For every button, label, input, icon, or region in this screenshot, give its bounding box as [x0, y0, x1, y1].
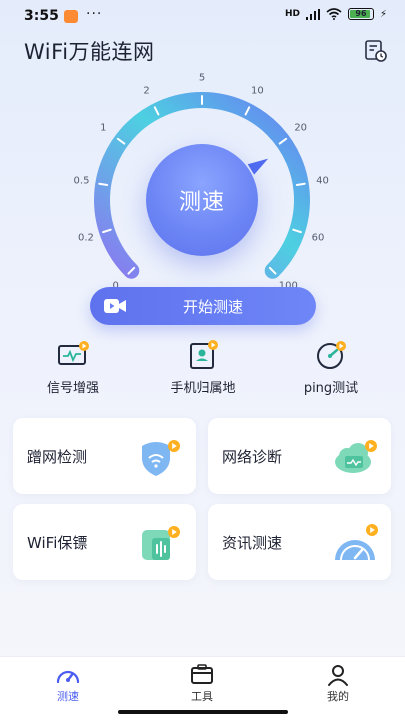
speed-test-center-button[interactable]: 测速: [146, 144, 258, 256]
home-indicator[interactable]: [118, 710, 288, 714]
gauge-tick-label: 10: [251, 85, 264, 97]
start-speed-test-button[interactable]: 开始测速: [90, 287, 316, 325]
quick-tool-ping-test[interactable]: ping测试: [276, 338, 386, 396]
speedometer-icon: [335, 524, 378, 561]
quick-tool-signal-boost[interactable]: 信号增强: [18, 338, 128, 396]
card-news-speed-test[interactable]: 资讯测速: [208, 504, 391, 580]
status-bar: 3:55 ··· HD 96 ⚡: [0, 0, 405, 32]
ping-gauge-icon: [317, 341, 346, 369]
gauge-tick-label: 20: [294, 122, 308, 134]
cellular-signal-icon: [305, 8, 320, 20]
app-title: WiFi万能连网: [24, 40, 155, 64]
gauge-tick-label: 2: [143, 85, 150, 97]
speedometer-icon: [56, 670, 80, 684]
battery-icon: 96: [347, 8, 374, 20]
gauge-tick: [98, 182, 109, 186]
sound-guard-icon: [142, 526, 180, 560]
phone-location-icon: [190, 340, 218, 369]
cloud-monitor-icon: [335, 440, 377, 473]
nav-label: 测速: [57, 690, 79, 703]
gauge-tick-label: 60: [311, 232, 325, 244]
card-wifi-leech-detect[interactable]: 蹭网检测: [13, 418, 196, 494]
history-button[interactable]: [363, 38, 389, 64]
gauge-tick-label: 40: [316, 175, 329, 187]
wifi-shield-icon: [142, 440, 180, 476]
toolbox-icon: [191, 664, 213, 684]
quick-tool-phone-location[interactable]: 手机归属地: [148, 338, 258, 396]
battery-level: 96: [355, 9, 367, 18]
gauge-tick: [295, 182, 306, 186]
quick-tools: 信号增强 手机归属地 ping测试: [0, 338, 405, 398]
card-label: 资讯测速: [222, 534, 283, 552]
history-clock-icon: [365, 40, 387, 62]
gauge-tick-label: 5: [198, 72, 206, 84]
wifi-status-icon: [326, 8, 342, 20]
card-wifi-guard[interactable]: WiFi保镖: [13, 504, 196, 580]
more-notifications-icon: ···: [86, 6, 103, 22]
card-network-diagnosis[interactable]: 网络诊断: [208, 418, 391, 494]
signal-monitor-icon: [58, 341, 89, 365]
status-indicators: HD 96 ⚡: [285, 8, 387, 20]
quick-tool-label: 手机归属地: [170, 381, 236, 396]
nav-label: 我的: [327, 690, 349, 703]
nav-item-profile[interactable]: 我的: [298, 663, 378, 704]
quick-tool-label: 信号增强: [46, 381, 99, 396]
bottom-nav: 测速 工具 我的: [0, 656, 405, 708]
app-notification-icon: [64, 10, 78, 23]
nav-label: 工具: [191, 690, 213, 703]
speed-gauge: 00.20.512510204060100 测速: [0, 73, 405, 292]
hd-signal-icon: HD: [284, 9, 300, 19]
card-label: 蹭网检测: [27, 448, 88, 466]
quick-tool-label: ping测试: [303, 381, 359, 396]
charging-icon: ⚡: [379, 8, 387, 20]
user-icon: [328, 665, 348, 686]
card-label: WiFi保镖: [27, 534, 88, 552]
video-camera-icon: [104, 299, 126, 313]
nav-item-tools[interactable]: 工具: [162, 663, 242, 704]
gauge-tick-label: 1: [100, 122, 107, 134]
status-time: 3:55: [24, 8, 59, 24]
gauge-tick-label: 0.5: [73, 175, 90, 187]
gauge-tick-label: 0.2: [78, 232, 94, 244]
nav-item-speed-test[interactable]: 测速: [28, 663, 108, 704]
card-label: 网络诊断: [222, 448, 283, 466]
